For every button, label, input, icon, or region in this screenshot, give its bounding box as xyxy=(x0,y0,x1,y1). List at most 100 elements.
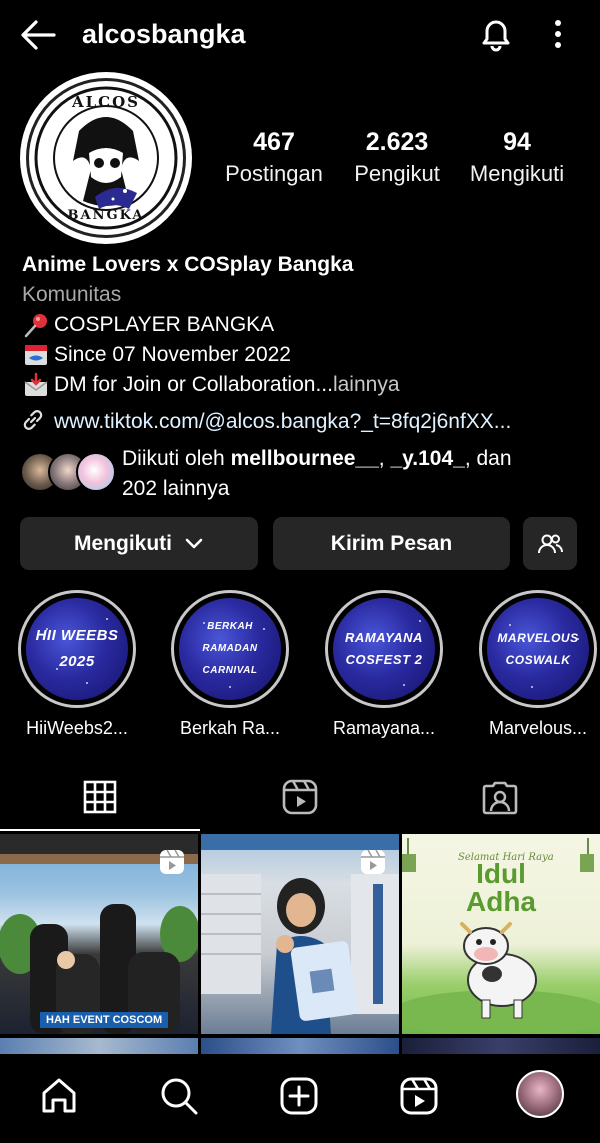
posts-grid: HAH EVENT COSCOM Selamat Hari Raya Idul … xyxy=(0,834,600,1054)
post-thumbnail[interactable]: HAH EVENT COSCOM xyxy=(0,834,198,1034)
logo-text-bottom: BANGKA xyxy=(67,208,145,223)
highlight-art-line: CARNIVAL xyxy=(202,665,258,676)
avatar xyxy=(76,452,116,492)
highlight-art-text: BERKAH RAMADAN CARNIVAL xyxy=(179,616,281,682)
profile-stats: 467 Postingan 2.623 Pengikut 94 Mengikut… xyxy=(212,126,582,196)
following-label: Mengikuti xyxy=(469,161,565,186)
highlight-caption: Marvelous... xyxy=(488,718,588,738)
bio-line-text: COSPLAYER BANGKA xyxy=(54,313,275,336)
followers-stat[interactable]: 2.623 Pengikut xyxy=(344,126,450,190)
posts-stat[interactable]: 467 Postingan xyxy=(212,126,336,190)
highlight-ring: HII WEEBS 2025 xyxy=(18,590,136,708)
profile-bio: Anime Lovers x COSplay Bangka Komunitas … xyxy=(22,250,582,400)
followed-by[interactable]: Diikuti oleh mellbournee__, _y.104_, dan… xyxy=(20,444,590,504)
bio-line-text: DM for Join or Collaboration... xyxy=(54,373,333,396)
highlight-cover: HII WEEBS 2025 xyxy=(26,598,128,700)
inbox-icon xyxy=(22,372,50,398)
profile-avatar-nav[interactable] xyxy=(516,1070,564,1118)
link-url: www.tiktok.com/@alcos.bangka?_t=8fq2j6nf… xyxy=(54,410,512,433)
profile-avatar[interactable]: ALCOS BANGKA xyxy=(20,72,192,244)
highlight-cover: RAMAYANA COSFEST 2 xyxy=(333,598,435,700)
alcos-logo: ALCOS BANGKA xyxy=(26,78,186,238)
highlight-art-line: RAMAYANA xyxy=(345,630,423,645)
grid-icon xyxy=(82,779,118,815)
highlight-item[interactable]: BERKAH RAMADAN CARNIVAL Berkah Ra... xyxy=(171,590,289,739)
tab-tagged[interactable] xyxy=(400,762,600,832)
suggested-accounts-button[interactable] xyxy=(523,517,577,570)
active-tab-indicator xyxy=(0,829,200,831)
add-people-icon xyxy=(536,532,564,556)
link-icon xyxy=(20,407,46,438)
search-icon[interactable] xyxy=(155,1072,203,1120)
followed-by-more: 202 lainnya xyxy=(122,477,230,500)
highlight-item[interactable]: RAMAYANA COSFEST 2 Ramayana... xyxy=(325,590,443,739)
bio-more-link[interactable]: lainnya xyxy=(333,370,400,400)
bio-line: DM for Join or Collaboration... lainnya xyxy=(22,370,582,400)
highlight-ring: RAMAYANA COSFEST 2 xyxy=(325,590,443,708)
tab-reels[interactable] xyxy=(200,762,400,832)
create-post-icon[interactable] xyxy=(275,1072,323,1120)
pushpin-icon xyxy=(22,312,50,338)
home-icon[interactable] xyxy=(35,1072,83,1120)
tab-grid[interactable] xyxy=(0,762,200,832)
post-title-text: Idul Adha xyxy=(402,860,600,916)
following-stat[interactable]: 94 Mengikuti xyxy=(462,126,572,190)
post-thumbnail-next-row[interactable] xyxy=(402,1038,600,1054)
highlight-art-line: COSFEST 2 xyxy=(345,652,423,667)
following-count: 94 xyxy=(503,128,531,156)
tagged-icon xyxy=(481,778,519,816)
follower-avatars xyxy=(20,452,120,494)
reels-icon xyxy=(281,778,319,816)
message-button[interactable]: Kirim Pesan xyxy=(273,517,510,570)
chevron-down-icon xyxy=(184,537,204,551)
highlight-art-text: RAMAYANA COSFEST 2 xyxy=(341,627,427,671)
post-thumbnail-next-row[interactable] xyxy=(201,1038,399,1054)
following-button[interactable]: Mengikuti xyxy=(20,517,258,570)
highlight-caption: Ramayana... xyxy=(332,718,436,738)
more-options-icon[interactable] xyxy=(542,14,574,54)
posts-count: 467 xyxy=(253,128,295,156)
profile-category: Komunitas xyxy=(22,283,122,306)
followers-count: 2.623 xyxy=(365,128,429,156)
posts-label: Postingan xyxy=(225,161,323,186)
following-button-label: Mengikuti xyxy=(74,531,172,555)
highlight-art-text: MARVELOUS COSWALK xyxy=(493,627,582,671)
bio-line-text: Since 07 November 2022 xyxy=(54,343,291,366)
reels-nav-icon[interactable] xyxy=(395,1072,443,1120)
post-thumbnail-next-row[interactable] xyxy=(0,1038,198,1054)
followed-by-suffix: , dan xyxy=(464,447,512,470)
highlight-ring: BERKAH RAMADAN CARNIVAL xyxy=(171,590,289,708)
highlight-item[interactable]: MARVELOUS COSWALK Marvelous... xyxy=(479,590,597,739)
highlight-ring: MARVELOUS COSWALK xyxy=(479,590,597,708)
followed-by-prefix: Diikuti oleh xyxy=(122,447,231,470)
highlight-art-line: BERKAH RAMADAN xyxy=(202,621,258,654)
post-thumbnail[interactable]: Selamat Hari Raya Idul Adha xyxy=(402,834,600,1034)
followed-by-separator: , xyxy=(378,447,391,470)
post-thumbnail[interactable] xyxy=(201,834,399,1034)
story-highlights: HII WEEBS 2025 HiiWeebs2... BERKAH RAMADA… xyxy=(0,590,600,750)
reel-indicator-icon xyxy=(158,848,186,881)
bio-line: COSPLAYER BANGKA xyxy=(22,310,582,340)
highlight-art-line: COSWALK xyxy=(505,653,571,667)
highlight-caption: HiiWeebs2... xyxy=(26,718,128,738)
back-arrow-icon[interactable] xyxy=(18,14,60,56)
followed-by-text: Diikuti oleh mellbournee__, _y.104_, dan… xyxy=(122,444,582,504)
highlight-cover: BERKAH RAMADAN CARNIVAL xyxy=(179,598,281,700)
highlight-cover: MARVELOUS COSWALK xyxy=(487,598,589,700)
profile-link[interactable]: www.tiktok.com/@alcos.bangka?_t=8fq2j6nf… xyxy=(20,406,590,438)
content-tabs xyxy=(0,762,600,832)
highlight-art-line: HII WEEBS xyxy=(35,627,119,644)
highlight-art-line: 2025 xyxy=(59,653,95,670)
bio-line: Since 07 November 2022 xyxy=(22,340,582,370)
highlight-art-line: MARVELOUS xyxy=(497,631,579,645)
highlight-item[interactable]: HII WEEBS 2025 HiiWeebs2... xyxy=(18,590,136,739)
followed-by-user[interactable]: _y.104_ xyxy=(390,447,464,470)
reel-indicator-icon xyxy=(359,848,387,881)
followers-label: Pengikut xyxy=(354,161,440,186)
calendar-icon xyxy=(22,342,50,368)
followed-by-user[interactable]: mellbournee__ xyxy=(231,447,379,470)
profile-username: alcosbangka xyxy=(82,19,246,49)
notification-bell-icon[interactable] xyxy=(474,12,518,56)
post-caption-overlay: HAH EVENT COSCOM xyxy=(40,1012,169,1028)
highlight-art-text: HII WEEBS 2025 xyxy=(32,623,123,675)
